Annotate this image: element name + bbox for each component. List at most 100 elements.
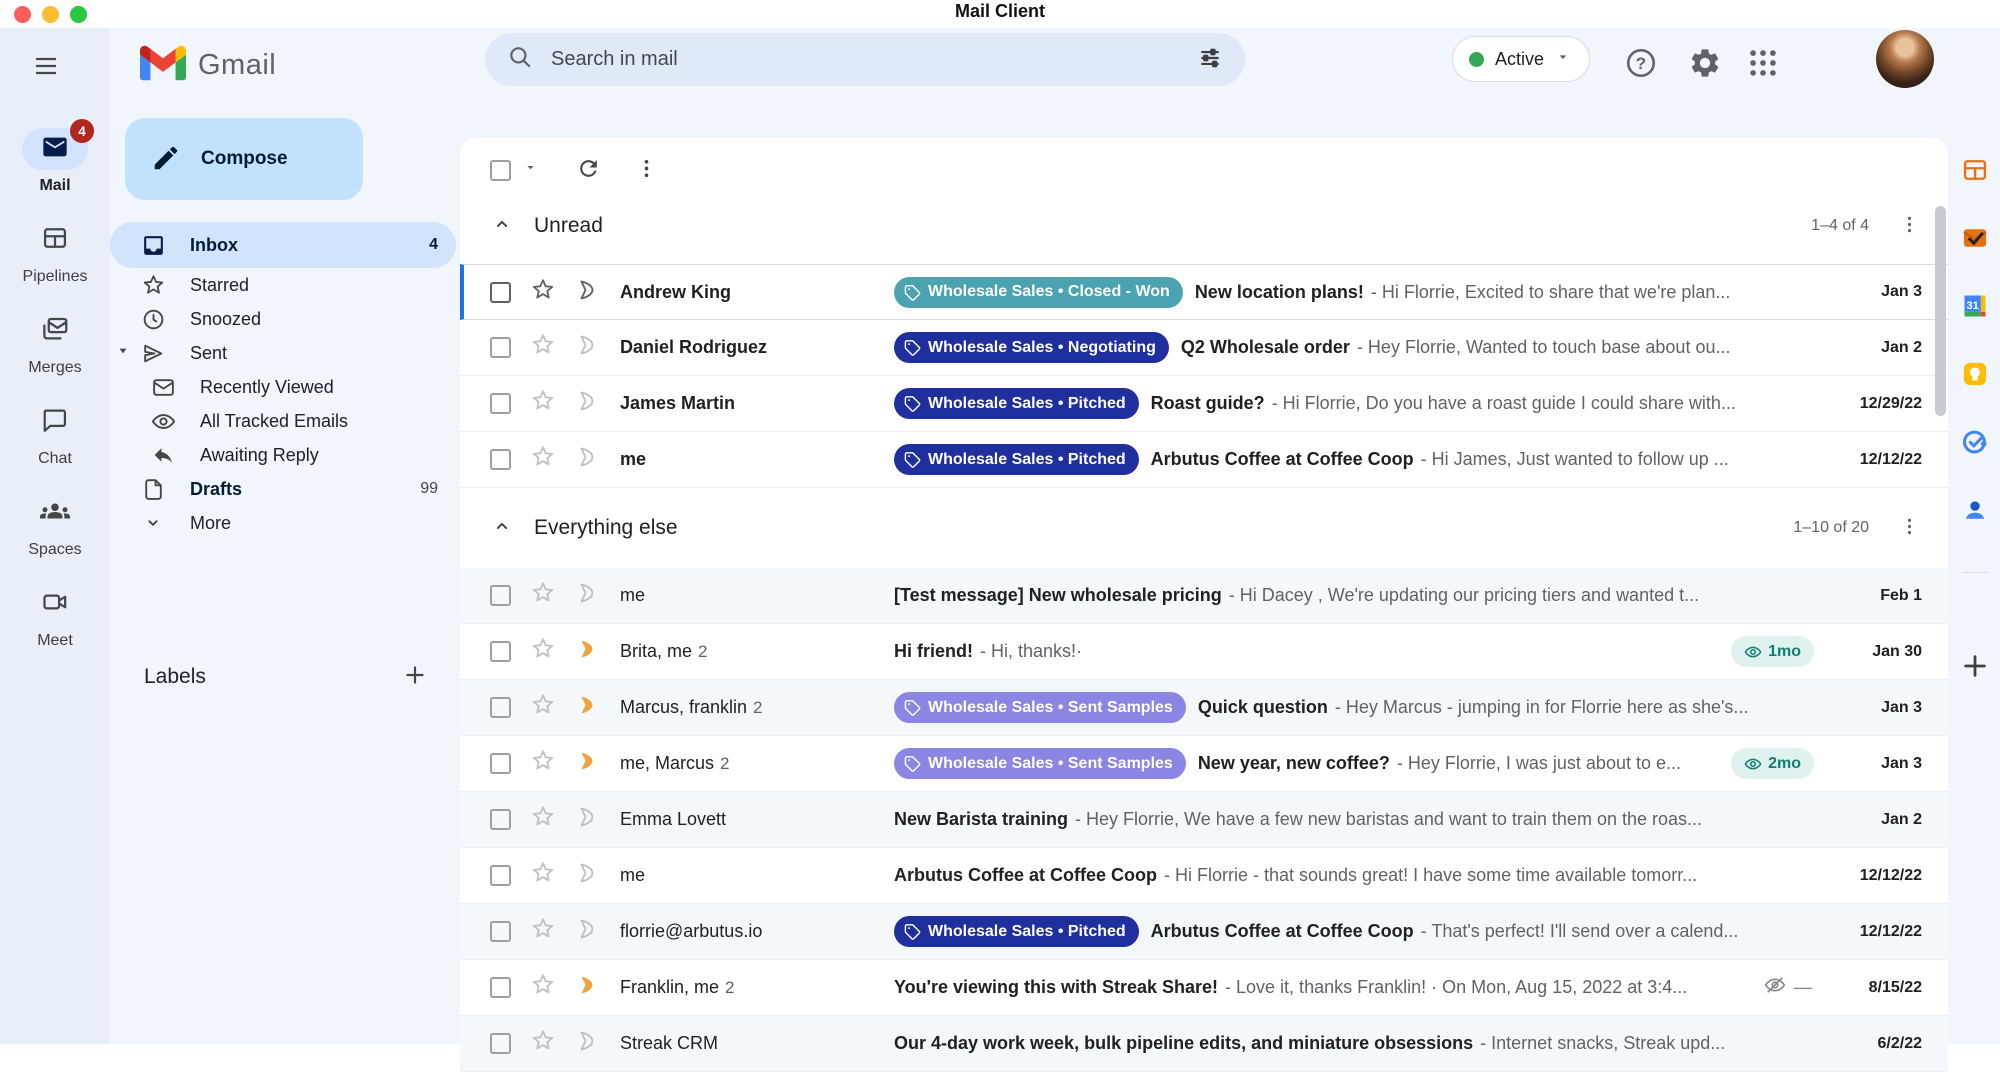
email-row[interactable]: me Wholesale Sales • Pitched Arbutus Cof… <box>460 432 1948 488</box>
compose-button[interactable]: Compose <box>125 118 363 200</box>
streak-pipeline-icon[interactable] <box>575 805 599 834</box>
star-icon[interactable] <box>530 636 556 667</box>
rail-item-pipelines[interactable]: Pipelines <box>22 219 88 286</box>
email-row[interactable]: Franklin, me2 You're viewing this with S… <box>460 960 1948 1016</box>
email-row[interactable]: me [Test message] New wholesale pricing … <box>460 568 1948 624</box>
star-icon[interactable] <box>530 277 556 308</box>
streak-pipeline-icon[interactable] <box>575 917 599 946</box>
star-icon[interactable] <box>530 860 556 891</box>
tasks-panel-button[interactable] <box>1961 428 1989 459</box>
select-dropdown-caret[interactable] <box>523 160 538 180</box>
streak-pipeline-icon[interactable] <box>575 973 599 1002</box>
row-checkbox[interactable] <box>490 337 511 358</box>
rail-item-merges[interactable]: Merges <box>22 310 88 377</box>
star-icon[interactable] <box>530 580 556 611</box>
pipeline-stage-label[interactable]: Wholesale Sales • Sent Samples <box>894 692 1186 723</box>
star-icon[interactable] <box>530 332 556 363</box>
help-button[interactable]: ? <box>1620 42 1662 87</box>
pipeline-stage-label[interactable]: Wholesale Sales • Pitched <box>894 916 1139 947</box>
refresh-button[interactable] <box>570 150 607 190</box>
get-add-ons-button[interactable] <box>1960 651 1990 684</box>
star-icon[interactable] <box>530 972 556 1003</box>
sidebar-item-all-tracked-emails[interactable]: All Tracked Emails <box>110 404 456 438</box>
sidebar-item-more[interactable]: More <box>110 506 456 540</box>
settings-button[interactable] <box>1684 42 1726 87</box>
row-checkbox[interactable] <box>490 449 511 470</box>
search-options-button[interactable] <box>1191 39 1229 80</box>
sidebar-item-recently-viewed[interactable]: Recently Viewed <box>110 370 456 404</box>
streak-pipeline-icon[interactable] <box>575 278 599 307</box>
sidebar-item-snoozed[interactable]: Snoozed <box>110 302 456 336</box>
row-checkbox[interactable] <box>490 641 511 662</box>
row-checkbox[interactable] <box>490 585 511 606</box>
sidebar-item-sent[interactable]: Sent <box>110 336 456 370</box>
email-row[interactable]: Daniel Rodriguez Wholesale Sales • Negot… <box>460 320 1948 376</box>
row-checkbox[interactable] <box>490 977 511 998</box>
email-row[interactable]: Brita, me2 Hi friend! - Hi, thanks!· 1mo… <box>460 624 1948 680</box>
streak-pipeline-icon[interactable] <box>575 637 599 666</box>
list-scrollbar[interactable] <box>1935 206 1946 416</box>
select-all-checkbox[interactable] <box>490 160 511 181</box>
pipeline-stage-label[interactable]: Wholesale Sales • Pitched <box>894 444 1139 475</box>
main-menu-button[interactable] <box>24 44 68 91</box>
email-date: 12/12/22 <box>1822 923 1922 941</box>
star-icon[interactable] <box>530 804 556 835</box>
email-row[interactable]: Emma Lovett New Barista training - Hey F… <box>460 792 1948 848</box>
star-icon[interactable] <box>530 692 556 723</box>
star-icon[interactable] <box>530 444 556 475</box>
row-checkbox[interactable] <box>490 865 511 886</box>
email-row[interactable]: me Arbutus Coffee at Coffee Coop - Hi Fl… <box>460 848 1948 904</box>
search-input[interactable]: Search in mail <box>551 48 1191 71</box>
streak-pipeline-icon[interactable] <box>575 333 599 362</box>
streak-pipeline-icon[interactable] <box>575 861 599 890</box>
row-checkbox[interactable] <box>490 282 511 303</box>
streak-pipeline-icon[interactable] <box>575 749 599 778</box>
rail-item-meet[interactable]: Meet <box>22 583 88 650</box>
pipeline-stage-label[interactable]: Wholesale Sales • Negotiating <box>894 332 1169 363</box>
collapse-section-icon[interactable] <box>492 214 512 239</box>
pipeline-stage-label[interactable]: Wholesale Sales • Pitched <box>894 388 1139 419</box>
section-menu-button[interactable] <box>1897 514 1922 542</box>
row-checkbox[interactable] <box>490 697 511 718</box>
row-checkbox[interactable] <box>490 921 511 942</box>
streak-pipelines-panel-button[interactable] <box>1961 156 1989 187</box>
star-icon[interactable] <box>530 748 556 779</box>
calendar-panel-button[interactable]: 31 <box>1961 292 1989 323</box>
contacts-panel-button[interactable] <box>1961 496 1989 527</box>
row-checkbox[interactable] <box>490 809 511 830</box>
row-checkbox[interactable] <box>490 393 511 414</box>
email-row[interactable]: Andrew King Wholesale Sales • Closed - W… <box>460 264 1948 320</box>
rail-item-spaces[interactable]: Spaces <box>22 492 88 559</box>
email-row[interactable]: me, Marcus2 Wholesale Sales • Sent Sampl… <box>460 736 1948 792</box>
section-menu-button[interactable] <box>1897 212 1922 240</box>
email-row[interactable]: florrie@arbutus.io Wholesale Sales • Pit… <box>460 904 1948 960</box>
streak-pipeline-icon[interactable] <box>575 693 599 722</box>
star-icon[interactable] <box>530 388 556 419</box>
rail-item-mail[interactable]: 4 Mail <box>22 128 88 195</box>
email-row[interactable]: Marcus, franklin2 Wholesale Sales • Sent… <box>460 680 1948 736</box>
streak-pipeline-icon[interactable] <box>575 581 599 610</box>
status-dropdown[interactable]: Active <box>1452 36 1590 82</box>
sidebar-item-inbox[interactable]: Inbox 4 <box>110 222 456 268</box>
row-checkbox[interactable] <box>490 753 511 774</box>
apps-grid-button[interactable] <box>1742 42 1784 87</box>
streak-pipeline-icon[interactable] <box>575 445 599 474</box>
streak-pipeline-icon[interactable] <box>575 389 599 418</box>
pipeline-stage-label[interactable]: Wholesale Sales • Closed - Won <box>894 277 1183 308</box>
email-row[interactable]: James Martin Wholesale Sales • Pitched R… <box>460 376 1948 432</box>
rail-item-chat[interactable]: Chat <box>22 401 88 468</box>
keep-panel-button[interactable] <box>1961 360 1989 391</box>
sidebar-item-starred[interactable]: Starred <box>110 268 456 302</box>
email-row[interactable]: Streak CRM Our 4-day work week, bulk pip… <box>460 1016 1948 1072</box>
sidebar-item-awaiting-reply[interactable]: Awaiting Reply <box>110 438 456 472</box>
more-options-button[interactable] <box>629 151 664 189</box>
account-avatar[interactable] <box>1876 30 1934 88</box>
sent-expand-caret[interactable] <box>116 344 130 363</box>
search-bar[interactable]: Search in mail <box>485 33 1245 86</box>
create-label-button[interactable] <box>398 658 432 695</box>
star-icon[interactable] <box>530 916 556 947</box>
sidebar-item-drafts[interactable]: Drafts 99 <box>110 472 456 506</box>
pipeline-stage-label[interactable]: Wholesale Sales • Sent Samples <box>894 748 1186 779</box>
collapse-section-icon[interactable] <box>492 516 512 541</box>
email-tracking-panel-button[interactable] <box>1961 224 1989 255</box>
